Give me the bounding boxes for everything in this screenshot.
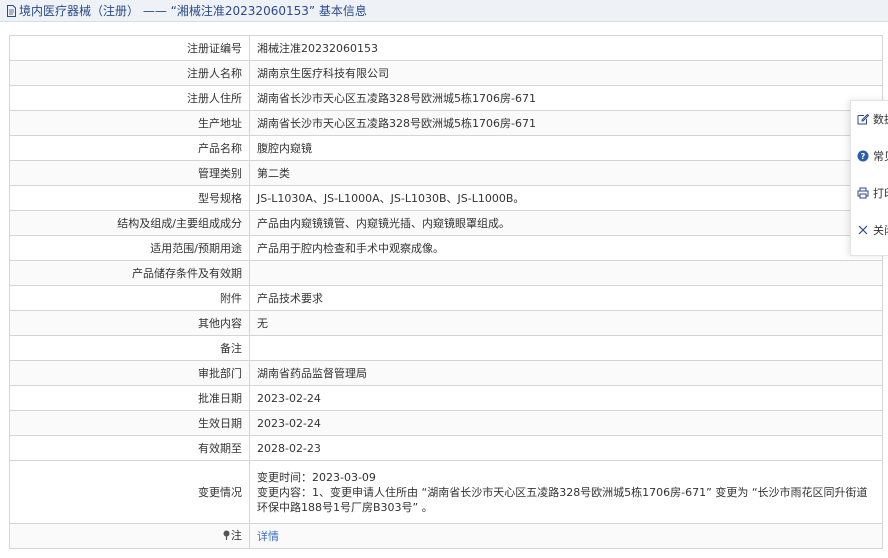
info-table: 注册证编号 湘械注准20232060153 注册人名称 湖南京生医疗科技有限公司 注册人…: [9, 35, 883, 549]
table-row: 产品储存条件及有效期: [9, 260, 883, 286]
edit-icon: [857, 113, 870, 125]
field-value: 湖南省药品监督管理局: [249, 360, 883, 386]
table-row: 备注: [9, 335, 883, 361]
field-value: 腹腔内窥镜: [249, 135, 883, 161]
field-value: [249, 335, 883, 361]
breadcrumb-separator: ——: [142, 4, 167, 18]
field-value: 2028-02-23: [249, 435, 883, 461]
table-row: 审批部门 湖南省药品监督管理局: [9, 360, 883, 386]
field-label: 附件: [9, 285, 250, 311]
table-row: 注册证编号 湘械注准20232060153: [9, 35, 883, 61]
field-value: 湖南京生医疗科技有限公司: [249, 60, 883, 86]
field-value: 无: [249, 310, 883, 336]
field-value: 2023-02-24: [249, 410, 883, 436]
float-item-faq[interactable]: ?常见: [851, 138, 888, 175]
table-row-note: 注 详情: [9, 523, 883, 549]
field-label: 结构及组成/主要组成成分: [9, 210, 250, 236]
field-value: 产品由内窥镜镜管、内窥镜光插、内窥镜眼罩组成。: [249, 210, 883, 236]
table-row: 有效期至 2028-02-23: [9, 435, 883, 461]
table-row: 其他内容无: [9, 310, 883, 336]
change-time: 变更时间：2023-03-09: [257, 470, 376, 484]
table-row: 管理类别 第二类: [9, 160, 883, 186]
float-item-close[interactable]: 关闭: [851, 212, 888, 249]
pin-icon: [223, 529, 230, 544]
field-label: 批准日期: [9, 385, 250, 411]
field-label: 生效日期: [9, 410, 250, 436]
field-value: 产品技术要求: [249, 285, 883, 311]
change-content: 变更内容：1、变更申请人住所由 “湖南省长沙市天心区五凌路328号欧洲城5栋17…: [257, 485, 868, 514]
floating-toolbar: 数据 ?常见 打印 关闭: [850, 100, 888, 256]
change-value: 变更时间：2023-03-09 变更内容：1、变更申请人住所由 “湖南省长沙市天…: [249, 460, 883, 524]
note-value: 详情: [249, 523, 883, 549]
field-value: 第二类: [249, 160, 883, 186]
field-value: [249, 260, 883, 286]
svg-text:?: ?: [861, 152, 866, 161]
note-label: 注: [9, 523, 250, 549]
field-value: 湘械注准20232060153: [249, 35, 883, 61]
close-icon: [858, 225, 868, 235]
table-row: 批准日期 2023-02-24: [9, 385, 883, 411]
change-label: 变更情况: [9, 460, 250, 524]
field-label: 其他内容: [9, 310, 250, 336]
table-row: 注册人住所 湖南省长沙市天心区五凌路328号欧洲城5栋1706房-671: [9, 85, 883, 111]
field-label: 产品储存条件及有效期: [9, 260, 250, 286]
field-label: 注册人名称: [9, 60, 250, 86]
field-value: JS-L1030A、JS-L1000A、JS-L1030B、JS-L1000B。: [249, 185, 883, 211]
document-icon: [6, 2, 17, 24]
float-item-data[interactable]: 数据: [851, 101, 888, 138]
field-label: 生产地址: [9, 110, 250, 136]
table-row: 适用范围/预期用途 产品用于腔内检查和手术中观察成像。: [9, 235, 883, 261]
field-label: 适用范围/预期用途: [9, 235, 250, 261]
field-label: 注册证编号: [9, 35, 250, 61]
table-row: 附件 产品技术要求: [9, 285, 883, 311]
table-row: 结构及组成/主要组成成分 产品由内窥镜镜管、内窥镜光插、内窥镜眼罩组成。: [9, 210, 883, 236]
table-row-change: 变更情况 变更时间：2023-03-09 变更内容：1、变更申请人住所由 “湖南…: [9, 460, 883, 524]
field-label: 注册人住所: [9, 85, 250, 111]
details-link[interactable]: 详情: [257, 530, 279, 543]
field-label: 型号规格: [9, 185, 250, 211]
field-value: 产品用于腔内检查和手术中观察成像。: [249, 235, 883, 261]
field-value: 湖南省长沙市天心区五凌路328号欧洲城5栋1706房-671: [249, 110, 883, 136]
field-label: 审批部门: [9, 360, 250, 386]
breadcrumb: 境内医疗器械（注册）: [19, 4, 140, 18]
printer-icon: [857, 187, 869, 199]
table-row: 产品名称 腹腔内窥镜: [9, 135, 883, 161]
help-icon: ?: [857, 150, 869, 162]
table-row: 生产地址 湖南省长沙市天心区五凌路328号欧洲城5栋1706房-671: [9, 110, 883, 136]
table-row: 注册人名称 湖南京生医疗科技有限公司: [9, 60, 883, 86]
table-row: 型号规格 JS-L1030A、JS-L1000A、JS-L1030B、JS-L10…: [9, 185, 883, 211]
field-value: 2023-02-24: [249, 385, 883, 411]
page-title: “湘械注准20232060153” 基本信息: [170, 4, 367, 18]
float-item-print[interactable]: 打印: [851, 175, 888, 212]
field-label: 备注: [9, 335, 250, 361]
page-header: 境内医疗器械（注册） —— “湘械注准20232060153” 基本信息: [0, 0, 888, 22]
field-label: 管理类别: [9, 160, 250, 186]
field-value: 湖南省长沙市天心区五凌路328号欧洲城5栋1706房-671: [249, 85, 883, 111]
field-label: 产品名称: [9, 135, 250, 161]
field-label: 有效期至: [9, 435, 250, 461]
table-row: 生效日期 2023-02-24: [9, 410, 883, 436]
